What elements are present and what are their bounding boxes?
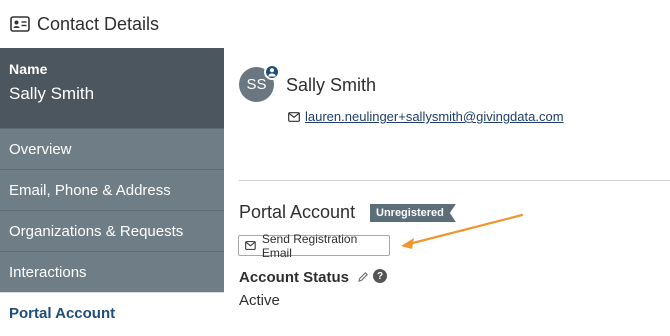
user-badge-icon bbox=[264, 64, 280, 80]
portal-account-heading: Portal Account bbox=[239, 202, 356, 222]
page-header: Contact Details bbox=[0, 0, 670, 48]
send-registration-email-label: Send Registration Email bbox=[261, 231, 358, 260]
account-status-value: Active bbox=[239, 292, 280, 309]
help-icon[interactable]: ? bbox=[373, 269, 387, 283]
contact-details-page: Contact Details Name Sally Smith Overvie… bbox=[0, 0, 670, 336]
contact-name: Sally Smith bbox=[286, 75, 377, 95]
sidebar-item-interactions[interactable]: Interactions bbox=[0, 251, 224, 292]
sidebar-item-portal-account[interactable]: Portal Account bbox=[0, 292, 224, 333]
email-row: lauren.neulinger+sallysmith@givingdata.c… bbox=[288, 109, 564, 124]
annotation-arrow-icon bbox=[401, 213, 524, 249]
user-icon bbox=[268, 68, 276, 77]
pencil-icon[interactable] bbox=[357, 271, 369, 283]
contact-card-icon bbox=[10, 16, 30, 32]
name-value: Sally Smith bbox=[9, 84, 95, 103]
main-content: SS Sally Smith lauren.neulinger+sallysmi… bbox=[224, 48, 670, 336]
name-label: Name bbox=[9, 61, 48, 77]
mail-icon bbox=[245, 241, 256, 250]
sidebar: Name Sally Smith Overview Email, Phone &… bbox=[0, 48, 224, 336]
account-status-label: Account Status bbox=[239, 269, 350, 286]
sidebar-name-block: Name Sally Smith bbox=[0, 48, 224, 128]
page-title: Contact Details bbox=[37, 13, 160, 34]
send-registration-email-button[interactable]: Send Registration Email bbox=[238, 232, 390, 260]
sidebar-item-overview[interactable]: Overview bbox=[0, 128, 224, 169]
email-link[interactable]: lauren.neulinger+sallysmith@givingdata.c… bbox=[305, 109, 564, 124]
sidebar-item-email-phone-address[interactable]: Email, Phone & Address bbox=[0, 169, 224, 210]
divider bbox=[239, 180, 670, 181]
mail-icon bbox=[288, 111, 300, 122]
sidebar-item-organizations-requests[interactable]: Organizations & Requests bbox=[0, 210, 224, 251]
